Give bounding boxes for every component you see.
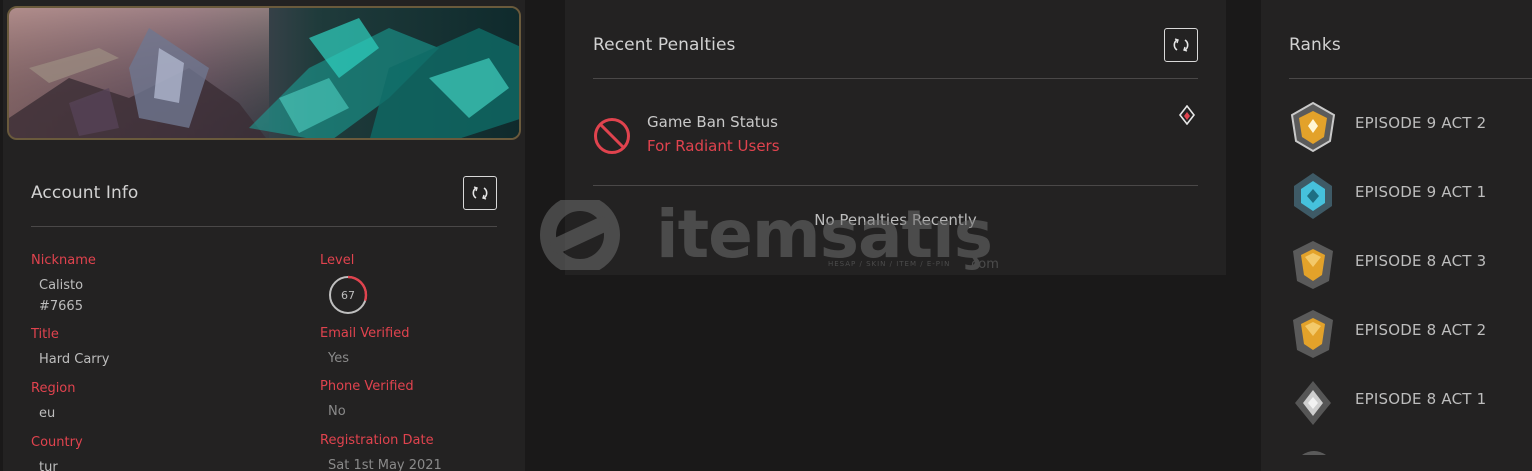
phone-verified-value: No <box>328 404 346 419</box>
recent-penalties-panel: Recent Penalties Game Ban Status For Rad… <box>565 0 1226 275</box>
nickname-label: Nickname <box>31 253 96 268</box>
penalties-refresh-button[interactable] <box>1164 28 1198 62</box>
rank-item: EPISODE 8 ACT 2 <box>1289 308 1529 364</box>
title-label: Title <box>31 327 59 342</box>
rank-item: EPISODE 9 ACT 1 <box>1289 170 1529 226</box>
refresh-icon <box>472 186 488 200</box>
phone-verified-label: Phone Verified <box>320 379 414 394</box>
email-verified-label: Email Verified <box>320 326 410 341</box>
nickname-value: Calisto <box>39 278 84 293</box>
gold-rank-icon <box>1290 101 1336 153</box>
rank-item: EPISODE 9 ACT 2 <box>1289 101 1529 157</box>
recent-penalties-title: Recent Penalties <box>593 35 736 55</box>
account-divider <box>31 226 497 227</box>
title-value: Hard Carry <box>39 352 110 367</box>
ranks-title: Ranks <box>1289 35 1341 55</box>
rank-label: EPISODE 9 ACT 2 <box>1355 114 1487 132</box>
account-refresh-button[interactable] <box>463 176 497 210</box>
gold-rank-icon <box>1293 241 1333 289</box>
tag-value: #7665 <box>39 299 83 314</box>
rank-label: EPISODE 9 ACT 1 <box>1355 183 1487 201</box>
rank-label: EPISODE 8 ACT 1 <box>1355 390 1487 408</box>
level-progress-ring: 67 <box>328 275 368 315</box>
game-ban-status-subtitle: For Radiant Users <box>647 137 780 155</box>
registration-date-value: Sat 1st May 2021 <box>328 458 442 471</box>
penalties-divider-top <box>593 78 1198 79</box>
account-info-title: Account Info <box>31 183 139 203</box>
country-label: Country <box>31 435 83 450</box>
silver-rank-icon <box>1295 381 1331 425</box>
level-label: Level <box>320 253 355 268</box>
game-ban-status-title: Game Ban Status <box>647 113 778 131</box>
level-value: 67 <box>341 288 355 302</box>
rank-label: EPISODE 8 ACT 2 <box>1355 321 1487 339</box>
email-verified-value: Yes <box>328 351 349 366</box>
rank-item: EPISODE 8 ACT 3 <box>1289 239 1529 295</box>
ranks-panel: Ranks EPISODE 9 ACT 2 EPISODE 9 ACT 1 EP… <box>1261 0 1532 471</box>
account-info-panel: Account Info Nickname Calisto #7665 Titl… <box>3 0 525 471</box>
rank-label: EPISODE 8 ACT 3 <box>1355 252 1487 270</box>
diamond-rank-icon <box>1294 173 1332 219</box>
ban-icon <box>594 118 630 154</box>
player-card-banner <box>7 6 521 140</box>
country-value: tur <box>39 460 58 471</box>
no-penalties-message: No Penalties Recently <box>814 211 977 229</box>
gold-rank-icon <box>1293 310 1333 358</box>
region-value: eu <box>39 406 56 421</box>
penalties-divider-bottom <box>593 185 1198 186</box>
rank-icon-partial <box>1302 451 1326 455</box>
region-label: Region <box>31 381 76 396</box>
registration-date-label: Registration Date <box>320 433 434 448</box>
ranks-divider <box>1289 78 1532 79</box>
radiant-icon <box>1178 105 1196 125</box>
rank-item: EPISODE 8 ACT 1 <box>1289 377 1529 433</box>
refresh-icon <box>1173 38 1189 52</box>
